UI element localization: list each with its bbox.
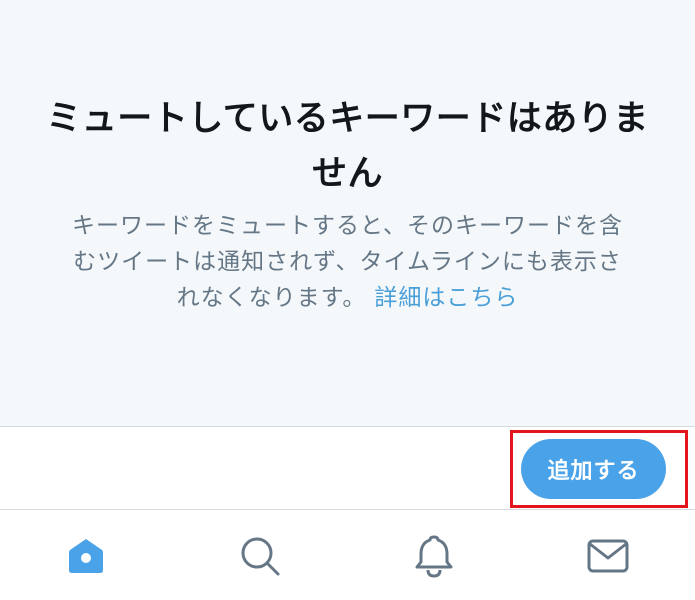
learn-more-link[interactable]: 詳細はこちら: [374, 285, 518, 311]
add-keyword-button[interactable]: 追加する: [521, 439, 666, 499]
muted-keywords-screen: ミュートしているキーワードはありません キーワードをミュートすると、そのキーワー…: [0, 0, 695, 600]
search-icon: [241, 537, 280, 576]
empty-state: ミュートしているキーワードはありません キーワードをミュートすると、そのキーワー…: [0, 0, 695, 427]
tab-messages[interactable]: [582, 530, 634, 582]
home-icon: [69, 539, 103, 573]
empty-state-body-text: キーワードをミュートすると、そのキーワードを含むツイートは通知されず、タイムライ…: [71, 213, 624, 311]
bell-icon: [415, 535, 453, 578]
tab-notifications[interactable]: [408, 530, 460, 582]
envelope-icon: [587, 539, 629, 573]
empty-state-description: キーワードをミュートすると、そのキーワードを含むツイートは通知されず、タイムライ…: [66, 208, 629, 316]
tab-search[interactable]: [234, 530, 286, 582]
bottom-tab-bar: [0, 510, 695, 600]
empty-state-title: ミュートしているキーワードはありません: [46, 99, 649, 194]
tab-home[interactable]: [60, 530, 112, 582]
